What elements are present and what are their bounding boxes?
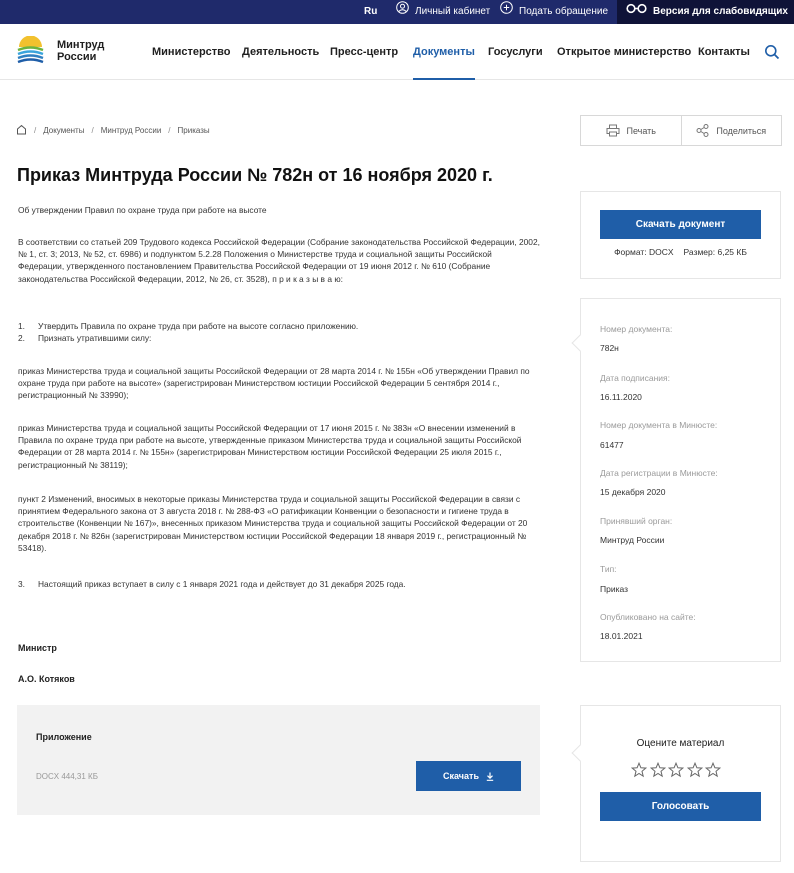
- document-intro: В соответствии со статьей 209 Трудового …: [18, 237, 540, 284]
- meta-value-minjust-number: 61477: [600, 440, 624, 450]
- site-header: Минтруд России Министерство Деятельность…: [0, 24, 794, 80]
- attachment-download-button[interactable]: Скачать: [416, 761, 521, 791]
- nav-open-ministry[interactable]: Открытое министерство: [557, 24, 691, 80]
- print-button[interactable]: Печать: [581, 116, 681, 145]
- submit-appeal-label: Подать обращение: [519, 6, 609, 17]
- personal-cabinet-link[interactable]: Личный кабинет: [396, 0, 490, 24]
- attachment-download-label: Скачать: [443, 771, 479, 781]
- star-icon[interactable]: [649, 762, 666, 778]
- document-paragraph: приказ Министерства труда и социальной з…: [18, 366, 530, 401]
- logo-line-2: России: [57, 51, 97, 63]
- list-item: 3. Настоящий приказ вступает в силу с 1 я…: [18, 578, 540, 590]
- submit-appeal-link[interactable]: Подать обращение: [500, 0, 608, 24]
- meta-value-sign-date: 16.11.2020: [600, 392, 642, 402]
- user-icon: [396, 0, 409, 24]
- meta-value-type: Приказ: [600, 584, 629, 594]
- file-size: Размер: 6,25 КБ: [683, 247, 747, 257]
- download-card: Скачать документ Формат: DOCX Размер: 6,2…: [580, 191, 781, 279]
- attachment-block: Приложение DOCX 444,31 КБ Скачать: [17, 705, 540, 815]
- share-label: Поделиться: [716, 125, 767, 136]
- breadcrumb-separator: /: [34, 126, 37, 135]
- attachment-file-info: DOCX 444,31 КБ: [36, 772, 98, 781]
- logo-emblem-icon: [17, 36, 44, 64]
- list-item-number: 1.: [18, 321, 25, 331]
- nav-press-center[interactable]: Пресс-центр: [330, 24, 398, 80]
- page-title: Приказ Минтруда России № 782н от 16 нояб…: [17, 165, 493, 185]
- logo[interactable]: Минтруд России: [16, 36, 117, 66]
- home-icon[interactable]: [16, 124, 27, 137]
- document-subtitle: Об утверждении Правил по охране труда пр…: [18, 205, 267, 215]
- card-pointer: [571, 334, 589, 352]
- print-label: Печать: [626, 125, 656, 136]
- share-box: Печать Поделиться: [580, 115, 782, 146]
- list-item-text: Признать утратившими силу:: [38, 333, 152, 343]
- file-info: Формат: DOCX Размер: 6,25 КБ: [581, 247, 780, 257]
- low-vision-version-link[interactable]: Версия для слабовидящих: [617, 0, 794, 24]
- download-document-button[interactable]: Скачать документ: [600, 210, 761, 239]
- breadcrumb-documents[interactable]: Документы: [43, 126, 84, 135]
- meta-label-sign-date: Дата подписания:: [600, 373, 671, 383]
- meta-value-doc-number: 782н: [600, 343, 619, 353]
- share-icon: [696, 124, 709, 137]
- nav-contacts[interactable]: Контакты: [698, 24, 750, 80]
- nav-activity[interactable]: Деятельность: [242, 24, 319, 80]
- low-vision-version-label: Версия для слабовидящих: [653, 6, 788, 17]
- nav-ministry[interactable]: Министерство: [152, 24, 231, 80]
- meta-label-type: Тип:: [600, 564, 617, 574]
- breadcrumb-orders[interactable]: Приказы: [178, 126, 210, 135]
- rating-title: Оцените материал: [636, 738, 725, 749]
- breadcrumb-separator: /: [91, 126, 94, 135]
- signer-name: А.О. Котяков: [18, 674, 75, 684]
- list-item-text: Настоящий приказ вступает в силу с 1 янв…: [38, 579, 406, 589]
- logo-line-1: Минтруд: [57, 39, 105, 51]
- list-item-text: Утвердить Правила по охране труда при ра…: [38, 321, 359, 331]
- star-icon[interactable]: [631, 762, 647, 778]
- plus-circle-icon: [500, 0, 513, 24]
- meta-label-issuing-body: Принявший орган:: [600, 516, 673, 526]
- meta-value-registration-date: 15 декабря 2020: [600, 487, 666, 497]
- rating-card: Оцените материал Голосовать: [571, 705, 781, 862]
- document-paragraph: приказ Министерства труда и социальной з…: [18, 423, 522, 470]
- meta-value-issuing-body: Минтруд России: [600, 535, 665, 545]
- language-switch[interactable]: Ru: [364, 0, 377, 24]
- breadcrumb: / Документы / Минтруд России / Приказы: [16, 124, 210, 137]
- rating-stars: [631, 762, 724, 778]
- search-icon[interactable]: [764, 44, 780, 65]
- breadcrumb-mintrud[interactable]: Минтруд России: [101, 126, 162, 135]
- nav-documents[interactable]: Документы: [413, 24, 475, 80]
- meta-value-published: 18.01.2021: [600, 631, 643, 641]
- list-item-number: 2.: [18, 333, 25, 343]
- signer-role: Министр: [18, 643, 57, 653]
- share-button[interactable]: Поделиться: [680, 116, 782, 145]
- list-item: 1. Утвердить Правила по охране труда при …: [18, 320, 540, 332]
- document-paragraph: пункт 2 Изменений, вносимых в некоторые …: [18, 494, 528, 553]
- meta-label-doc-number: Номер документа:: [600, 324, 673, 334]
- meta-label-registration-date: Дата регистрации в Минюсте:: [600, 468, 718, 478]
- top-bar: Ru Личный кабинет Подать обращение Верси…: [0, 0, 794, 24]
- list-item: 2. Признать утратившими силу:: [18, 332, 540, 344]
- printer-icon: [606, 124, 619, 137]
- attachment-title: Приложение: [36, 732, 92, 742]
- breadcrumb-separator: /: [168, 126, 171, 135]
- download-icon: [486, 772, 494, 781]
- star-icon[interactable]: [668, 762, 684, 778]
- document-meta-card: Номер документа: 782н Дата подписания: 1…: [571, 298, 781, 662]
- meta-label-published: Опубликовано на сайте:: [600, 612, 696, 622]
- star-icon[interactable]: [705, 762, 721, 778]
- logo-text: Минтруд России: [57, 39, 117, 63]
- list-item-number: 3.: [18, 579, 25, 589]
- nav-public-services[interactable]: Госуслуги: [488, 24, 543, 80]
- star-icon[interactable]: [686, 762, 703, 778]
- file-format: Формат: DOCX: [614, 247, 674, 257]
- personal-cabinet-label: Личный кабинет: [415, 6, 491, 17]
- glasses-icon: [626, 0, 647, 24]
- vote-button[interactable]: Голосовать: [600, 792, 761, 821]
- meta-label-minjust-number: Номер документа в Минюсте:: [600, 420, 718, 430]
